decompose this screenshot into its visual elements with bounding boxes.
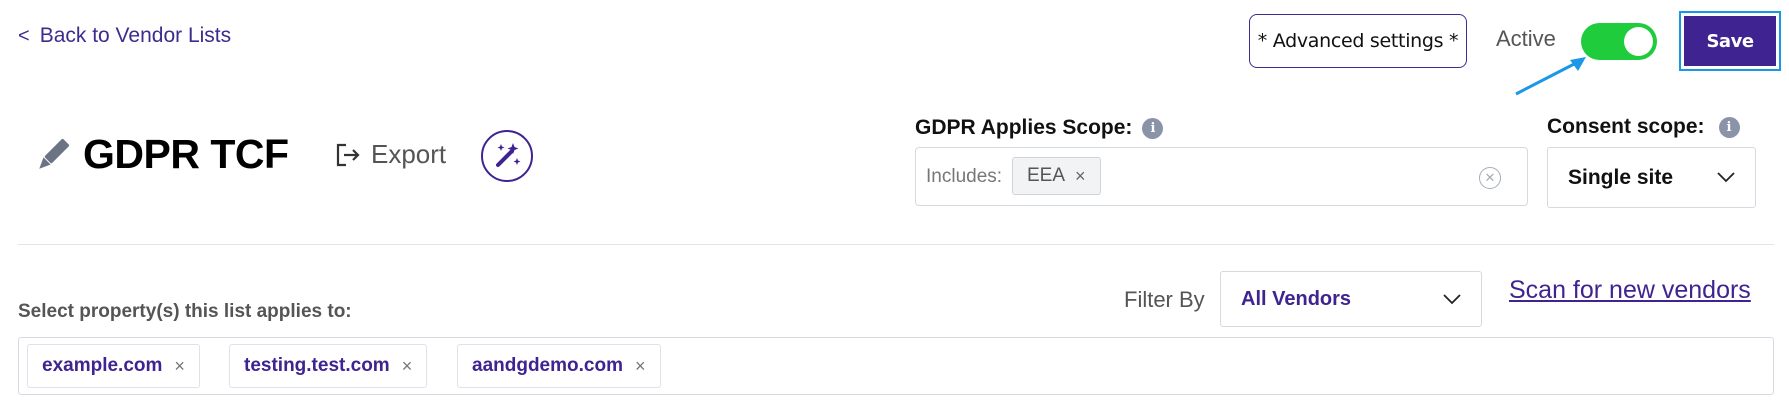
- pencil-icon[interactable]: [34, 138, 70, 174]
- save-button-focus-ring: Save: [1679, 11, 1781, 71]
- clear-field-icon[interactable]: ✕: [1479, 167, 1501, 189]
- active-label: Active: [1496, 26, 1556, 51]
- property-tag: testing.test.com ×: [229, 344, 428, 388]
- chevron-left-icon: <: [18, 24, 30, 47]
- property-tag: example.com ×: [27, 344, 200, 388]
- scan-for-new-vendors-link[interactable]: Scan for new vendors: [1509, 276, 1751, 305]
- property-tag-label: testing.test.com: [244, 355, 390, 376]
- active-toggle[interactable]: [1581, 23, 1657, 60]
- gdpr-scope-label-text: GDPR Applies Scope:: [915, 116, 1133, 139]
- magic-wand-icon: [496, 143, 521, 167]
- annotation-arrow-icon: [1515, 57, 1586, 96]
- magic-wand-button[interactable]: [481, 130, 533, 182]
- filter-by-label: Filter By: [1124, 287, 1205, 312]
- scope-tag-label: EEA: [1027, 165, 1066, 186]
- export-label: Export: [371, 139, 447, 169]
- remove-tag-icon[interactable]: ×: [1075, 166, 1086, 187]
- chevron-down-icon: [1717, 172, 1735, 183]
- properties-field[interactable]: example.com × testing.test.com × aandgde…: [18, 337, 1774, 395]
- property-tag-label: example.com: [42, 355, 163, 376]
- remove-tag-icon[interactable]: ×: [174, 356, 185, 377]
- property-tag-label: aandgdemo.com: [472, 355, 623, 376]
- save-button[interactable]: Save: [1684, 16, 1776, 66]
- properties-label: Select property(s) this list applies to:: [18, 301, 352, 322]
- advanced-settings-button[interactable]: * Advanced settings *: [1249, 14, 1467, 68]
- consent-scope-label-text: Consent scope:: [1547, 115, 1705, 138]
- back-link-label: Back to Vendor Lists: [39, 24, 232, 47]
- consent-scope-select[interactable]: Single site: [1547, 147, 1756, 208]
- divider: [18, 244, 1774, 245]
- scope-tag: EEA ×: [1012, 157, 1101, 195]
- remove-tag-icon[interactable]: ×: [402, 356, 413, 377]
- filter-value: All Vendors: [1241, 287, 1352, 310]
- export-icon: [336, 143, 360, 166]
- info-icon[interactable]: i: [1718, 116, 1740, 138]
- page-title: GDPR TCF: [83, 131, 289, 177]
- back-to-vendor-lists-link[interactable]: < Back to Vendor Lists: [18, 24, 231, 48]
- gdpr-scope-label: GDPR Applies Scope: i: [915, 116, 1164, 140]
- info-icon[interactable]: i: [1142, 117, 1164, 139]
- toggle-knob: [1624, 27, 1653, 56]
- remove-tag-icon[interactable]: ×: [635, 356, 646, 377]
- includes-label: Includes:: [926, 166, 1003, 187]
- gdpr-scope-field[interactable]: Includes: EEA × ✕: [915, 147, 1528, 206]
- export-button[interactable]: Export: [335, 139, 446, 170]
- consent-scope-value: Single site: [1568, 165, 1674, 189]
- chevron-down-icon: [1443, 293, 1461, 304]
- consent-scope-label: Consent scope: i: [1547, 115, 1740, 139]
- filter-select[interactable]: All Vendors: [1220, 271, 1482, 327]
- property-tag: aandgdemo.com ×: [457, 344, 661, 388]
